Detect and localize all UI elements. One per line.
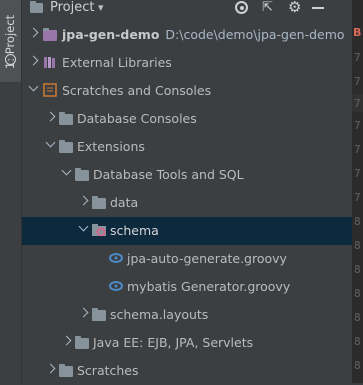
collapse-all-icon[interactable]: ⇱ xyxy=(262,0,273,16)
chevron-right-icon[interactable] xyxy=(61,335,72,346)
scratches-icon xyxy=(43,83,57,97)
tree-item-label: Database Tools and SQL xyxy=(93,167,244,182)
line-number: 8 xyxy=(354,239,361,252)
tree-item-label: data xyxy=(110,195,139,210)
line-number: 7 xyxy=(354,167,361,180)
tree-item-label: Scratches xyxy=(77,363,139,378)
line-number: 7 xyxy=(354,119,361,132)
project-tool-icon xyxy=(5,54,16,65)
project-panel-header: Project ▾ ⇱ ⚙ xyxy=(22,0,352,19)
folder-icon xyxy=(92,308,106,321)
tree-item-scratches-and-consoles[interactable]: Scratches and Consoles xyxy=(22,77,352,105)
chevron-right-icon[interactable] xyxy=(28,55,39,66)
tree-item-label: Extensions xyxy=(77,139,145,154)
locate-file-icon[interactable] xyxy=(235,1,248,14)
left-tool-strip: 1: Project xyxy=(0,0,22,383)
project-folder-icon xyxy=(30,1,43,13)
tree-item-label: Java EE: EJB, JPA, Servlets xyxy=(93,335,254,350)
groovy-file-icon xyxy=(109,253,123,263)
chevron-right-icon[interactable] xyxy=(45,111,56,122)
line-number: 7 xyxy=(354,97,361,110)
chevron-down-icon[interactable] xyxy=(28,81,39,92)
tree-item-mybatis-generator-groovy[interactable]: mybatis Generator.groovy xyxy=(22,273,352,301)
line-number: 8 xyxy=(354,287,361,300)
chevron-right-icon[interactable] xyxy=(28,27,39,38)
line-number: 8 xyxy=(354,335,361,348)
line-number: 7 xyxy=(354,75,361,88)
folder-icon xyxy=(59,112,73,125)
tree-item-label: Scratches and Consoles xyxy=(62,83,212,98)
gear-icon[interactable]: ⚙ xyxy=(288,0,301,15)
chevron-right-icon[interactable] xyxy=(78,307,89,318)
project-tool-tab[interactable]: 1: Project xyxy=(0,0,21,82)
line-number: 7 xyxy=(354,51,361,64)
gutter-marker: B xyxy=(353,26,362,39)
tree-item-label: Database Consoles xyxy=(77,111,197,126)
project-view-title[interactable]: Project xyxy=(50,0,94,16)
tree-item-label: mybatis Generator.groovy xyxy=(127,279,291,294)
hide-panel-icon[interactable] xyxy=(312,7,324,9)
line-number: 8 xyxy=(354,263,361,276)
chevron-down-icon[interactable] xyxy=(61,165,72,176)
library-icon xyxy=(44,57,55,68)
module-folder-icon xyxy=(43,28,57,41)
folder-icon xyxy=(75,168,89,181)
tree-item-database-consoles[interactable]: Database Consoles xyxy=(22,105,352,133)
schema-folder-icon xyxy=(92,224,106,237)
line-number: 7 xyxy=(354,191,361,204)
tree-item-schema[interactable]: schema xyxy=(22,217,352,245)
tree-item-label: External Libraries xyxy=(62,55,172,70)
tree-item-label: jpa-auto-generate.groovy xyxy=(127,251,287,266)
tree-item-schema-layouts[interactable]: schema.layouts xyxy=(22,301,352,329)
project-panel: Project ▾ ⇱ ⚙ jpa-gen-demo D:\code\demo\j… xyxy=(22,0,352,383)
line-number: 8 xyxy=(354,215,361,228)
data-folder-icon xyxy=(92,196,106,209)
folder-icon xyxy=(59,140,73,153)
tree-item-data[interactable]: data xyxy=(22,189,352,217)
line-number: 8 xyxy=(354,359,361,372)
tree-item-java-ee[interactable]: Java EE: EJB, JPA, Servlets xyxy=(22,329,352,357)
folder-icon xyxy=(59,364,73,377)
line-number: 8 xyxy=(354,311,361,324)
tree-item-path: D:\code\demo\jpa-gen-demo xyxy=(165,27,345,42)
tree-item-label: schema.layouts xyxy=(110,307,209,322)
tree-item-extensions[interactable]: Extensions xyxy=(22,133,352,161)
line-number: 7 xyxy=(354,143,361,156)
tree-item-database-tools-and-sql[interactable]: Database Tools and SQL xyxy=(22,161,352,189)
chevron-down-icon[interactable] xyxy=(45,137,56,148)
editor-gutter: B 7 7 7 7 7 7 7 8 8 8 8 8 8 8 xyxy=(352,0,363,383)
tree-item-jpa-gen-demo[interactable]: jpa-gen-demo D:\code\demo\jpa-gen-demo xyxy=(22,21,352,49)
chevron-down-icon[interactable] xyxy=(78,221,89,232)
view-selector-chevron-icon[interactable]: ▾ xyxy=(98,0,104,16)
tree-item-label: jpa-gen-demo xyxy=(62,27,160,42)
chevron-right-icon[interactable] xyxy=(78,195,89,206)
tree-item-label: schema xyxy=(110,223,159,238)
tree-item-jpa-auto-generate-groovy[interactable]: jpa-auto-generate.groovy xyxy=(22,245,352,273)
chevron-right-icon[interactable] xyxy=(45,363,56,374)
tree-item-external-libraries[interactable]: External Libraries xyxy=(22,49,352,77)
tree-item-scratches[interactable]: Scratches xyxy=(22,357,352,385)
groovy-file-icon xyxy=(109,281,123,291)
folder-icon xyxy=(75,336,89,349)
